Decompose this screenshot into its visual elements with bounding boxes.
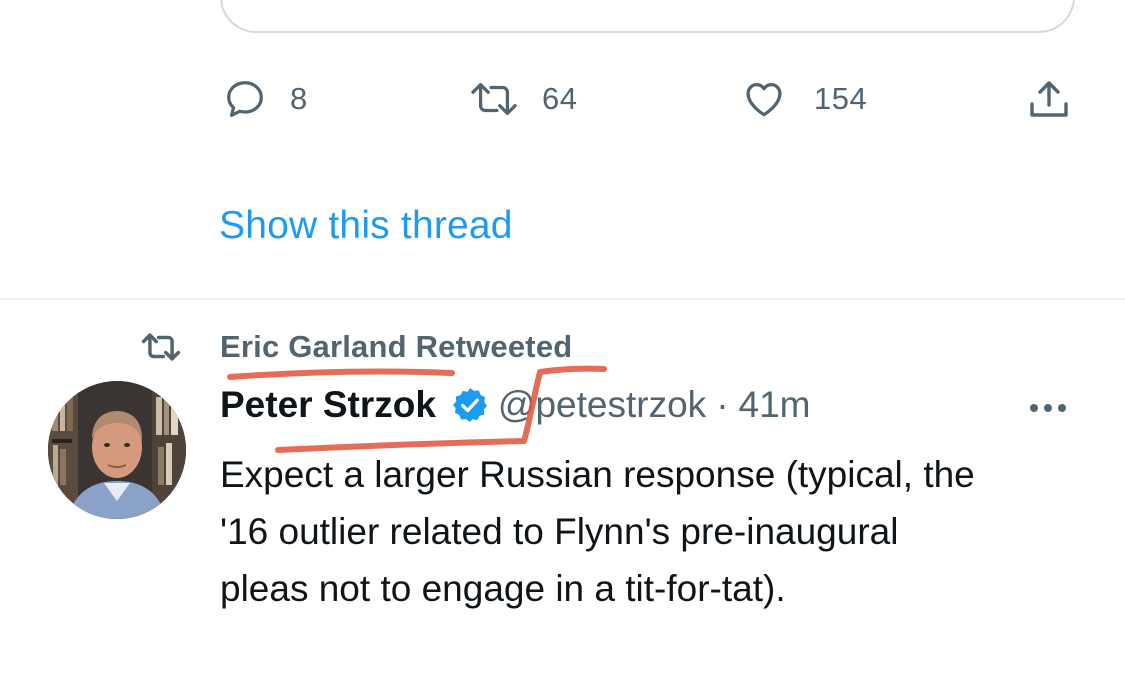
annotation-underline bbox=[227, 368, 455, 380]
share-icon bbox=[1030, 81, 1068, 117]
more-options-button[interactable] bbox=[1030, 404, 1066, 412]
retweet-icon bbox=[141, 333, 181, 361]
quoted-card-bottom[interactable] bbox=[220, 0, 1075, 33]
reply-icon bbox=[227, 81, 263, 117]
more-options-icon bbox=[1030, 404, 1038, 412]
author-name[interactable]: Peter Strzok bbox=[220, 384, 436, 426]
reply-button[interactable]: 8 bbox=[222, 76, 308, 122]
retweet-icon bbox=[471, 82, 517, 116]
meta-separator: · bbox=[716, 384, 729, 425]
share-button[interactable] bbox=[1024, 76, 1074, 124]
tweet-divider bbox=[0, 298, 1125, 300]
tweet-timestamp[interactable]: 41m bbox=[739, 384, 811, 426]
retweet-button[interactable]: 64 bbox=[466, 76, 577, 122]
reply-count: 8 bbox=[290, 81, 308, 116]
show-thread-link[interactable]: Show this thread bbox=[219, 204, 513, 248]
avatar[interactable] bbox=[48, 381, 186, 519]
tweet-text-line: '16 outlier related to Flynn's pre-inaug… bbox=[220, 511, 899, 552]
verified-badge-icon bbox=[452, 388, 487, 422]
tweet-author-row: Peter Strzok @petestrzok · 41m bbox=[220, 384, 811, 426]
author-handle[interactable]: @petestrzok bbox=[498, 384, 706, 426]
like-icon bbox=[746, 82, 782, 117]
retweeted-by-label: Eric Garland Retweeted bbox=[220, 329, 573, 364]
like-count: 154 bbox=[814, 81, 868, 116]
tweet-actions-bar: 8 64 154 bbox=[0, 76, 1125, 122]
retweeted-by-row[interactable]: Eric Garland Retweeted bbox=[136, 328, 572, 366]
retweet-count: 64 bbox=[542, 81, 578, 116]
tweet-text-line: pleas not to engage in a tit-for-tat). bbox=[220, 568, 786, 609]
tweet-text-line: Expect a larger Russian response (typica… bbox=[220, 454, 975, 495]
avatar-image bbox=[48, 381, 186, 519]
tweet-text: Expect a larger Russian response (typica… bbox=[220, 446, 1100, 617]
like-button[interactable]: 154 bbox=[740, 76, 867, 122]
